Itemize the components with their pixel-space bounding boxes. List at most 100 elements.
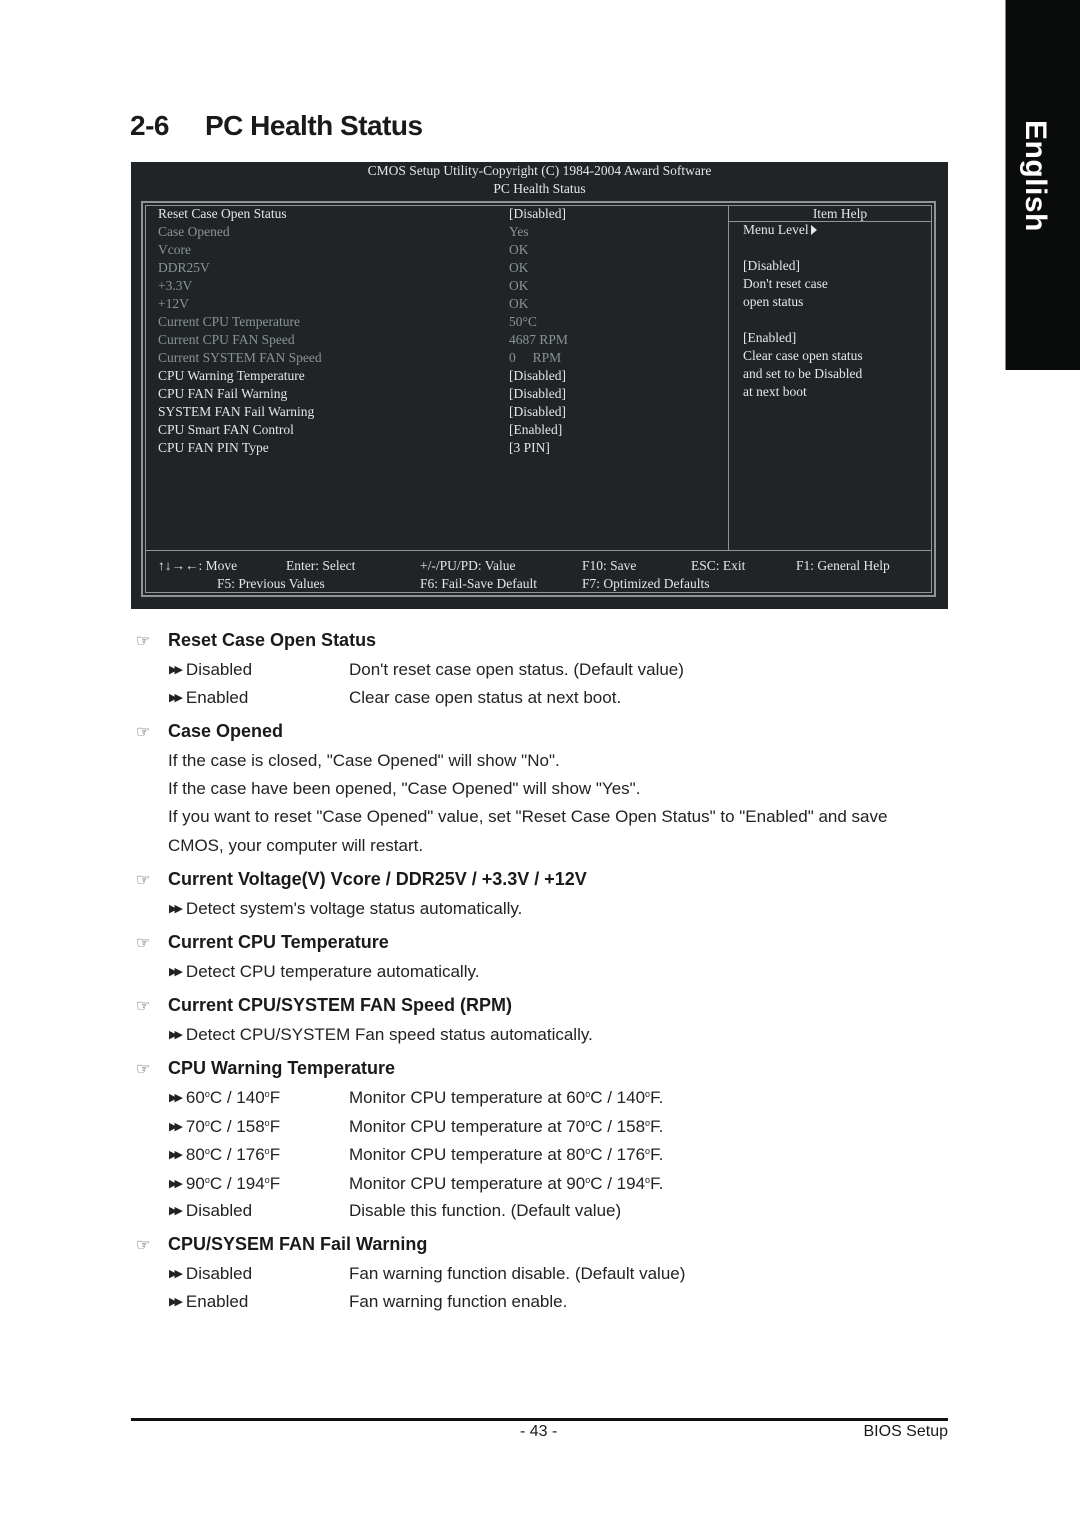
bios-item-label: CPU FAN Fail Warning [158,386,288,401]
note-text: Detect CPU/SYSTEM Fan speed status autom… [185,1025,593,1044]
bios-item-label: CPU Smart FAN Control [158,422,294,437]
double-arrow-icon: ▶▶ [169,1296,183,1308]
heading-fan-fail-warning: ☞ CPU/SYSEM FAN Fail Warning [136,1234,427,1255]
option-label: Disabled [185,1264,253,1283]
key-move: ↑↓→←: Move [158,558,238,573]
help-line: and set to be Disabled [743,366,863,381]
double-arrow-icon: ▶▶ [169,1268,183,1280]
key-f10: F10: Save [582,558,637,573]
triangle-right-icon [810,225,817,235]
heading-warning-temperature: ☞ CPU Warning Temperature [136,1058,395,1079]
bios-divider [145,550,932,551]
bios-item-label: Current SYSTEM FAN Speed [158,350,322,365]
option-label: 60oC / 140oF [185,1088,281,1107]
heading-text: Current CPU Temperature [168,932,389,952]
option-name: ▶▶ 70oC / 158oF [169,1117,280,1137]
bios-item-value: OK [509,278,529,293]
bios-item-label: +3.3V [158,278,193,293]
option-label: Enabled [185,688,249,707]
double-arrow-icon: ▶▶ [169,1177,183,1190]
option-desc: Disable this function. (Default value) [349,1201,622,1220]
bios-item-value: OK [509,242,529,257]
key-enter: Enter: Select [286,558,356,573]
bios-item-value[interactable]: [Disabled] [509,367,566,385]
option-name: ▶▶ 60oC / 140oF [169,1088,280,1108]
bios-copyright: CMOS Setup Utility-Copyright (C) 1984-20… [367,163,712,178]
heading-text: Current CPU/SYSTEM FAN Speed (RPM) [168,995,513,1015]
option-name: ▶▶ Enabled [169,688,248,708]
option-desc: Fan warning function enable. [349,1292,568,1311]
bios-item-value: OK [509,296,529,311]
double-arrow-icon: ▶▶ [169,966,183,978]
heading-voltage: ☞ Current Voltage(V) Vcore / DDR25V / +3.… [136,869,587,890]
paragraph-line: If you want to reset "Case Opened" value… [168,807,888,826]
bios-page-title: PC Health Status [493,181,586,196]
bios-item-label: Current CPU FAN Speed [158,332,295,347]
item-help-title: Item Help [812,206,868,221]
bios-item-value: 4687 RPM [509,332,568,347]
paragraph-line: CMOS, your computer will restart. [168,836,424,855]
help-line: at next boot [743,384,807,399]
heading-reset-case: ☞ Reset Case Open Status [136,630,376,651]
key-value: +/-/PU/PD: Value [420,558,516,573]
pointing-hand-icon: ☞ [136,872,151,889]
heading-text: Case Opened [168,721,284,741]
key-f5: F5: Previous Values [217,576,325,591]
option-desc: Monitor CPU temperature at 60oC / 140oF. [349,1088,664,1107]
pointing-hand-icon: ☞ [136,633,151,650]
option-desc: Monitor CPU temperature at 80oC / 176oF. [349,1145,664,1164]
bios-item-label: Current CPU Temperature [158,314,301,329]
footer-label: BIOS Setup [863,1423,949,1440]
pointing-hand-icon: ☞ [136,1237,151,1254]
section-title-text: PC Health Status [205,110,423,141]
option-name: ▶▶ Disabled [169,660,252,680]
heading-text: Reset Case Open Status [168,630,377,650]
bios-item-value: 0 RPM [509,350,562,365]
double-arrow-icon: ▶▶ [169,1120,183,1133]
section-title: 2-6 PC Health Status [130,110,423,142]
bios-item-value[interactable]: [Disabled] [509,205,566,223]
double-arrow-icon: ▶▶ [169,1029,183,1041]
pointing-hand-icon: ☞ [136,724,151,741]
note: ▶▶ Detect CPU temperature automatically. [169,962,479,982]
bios-item-value[interactable]: [Disabled] [509,403,566,421]
language-tab-label: English [1019,120,1052,232]
double-arrow-icon: ▶▶ [169,1092,183,1104]
pointing-hand-icon: ☞ [136,1061,151,1078]
double-arrow-icon: ▶▶ [169,664,183,676]
bios-item-value[interactable]: [Disabled] [509,385,566,403]
option-desc: Don't reset case open status. (Default v… [349,660,684,679]
bios-item-label: Reset Case Open Status [158,206,287,221]
heading-text: Current Voltage(V) Vcore / DDR25V / +3.3… [168,869,587,889]
key-f1: F1: General Help [796,558,890,573]
option-name: ▶▶ Disabled [169,1201,252,1221]
help-line: [Disabled] [743,258,800,273]
option-label: 80oC / 176oF [185,1145,281,1164]
page-number: - 43 - [520,1423,558,1440]
paragraph-line: If the case have been opened, "Case Open… [168,779,641,798]
double-arrow-icon: ▶▶ [169,1205,183,1217]
bios-item-value: Yes [509,224,529,239]
bios-screen: CMOS Setup Utility-Copyright (C) 1984-20… [131,162,948,609]
bios-item-value[interactable]: [Enabled] [509,421,562,439]
note-text: Detect CPU temperature automatically. [185,962,480,981]
bios-item-label: DDR25V [158,260,210,275]
option-name: ▶▶ Enabled [169,1292,248,1312]
double-arrow-icon: ▶▶ [169,903,183,915]
double-arrow-icon: ▶▶ [169,692,183,704]
option-desc: Clear case open status at next boot. [349,688,622,707]
bios-item-label: Vcore [158,242,191,257]
bios-item-label: +12V [158,296,189,311]
bios-item-label: Case Opened [158,224,230,239]
heading-text: CPU Warning Temperature [168,1058,396,1078]
footer-rule [131,1418,948,1421]
option-name: ▶▶ 80oC / 176oF [169,1145,280,1165]
pointing-hand-icon: ☞ [136,935,151,952]
paragraph-line: If the case is closed, "Case Opened" wil… [168,751,560,770]
option-label: Disabled [185,660,253,679]
heading-fan-speed: ☞ Current CPU/SYSTEM FAN Speed (RPM) [136,995,512,1016]
heading-cpu-temperature: ☞ Current CPU Temperature [136,932,389,953]
key-f6: F6: Fail-Save Default [420,576,537,591]
bios-item-value[interactable]: [3 PIN] [509,439,550,457]
pointing-hand-icon: ☞ [136,998,151,1015]
